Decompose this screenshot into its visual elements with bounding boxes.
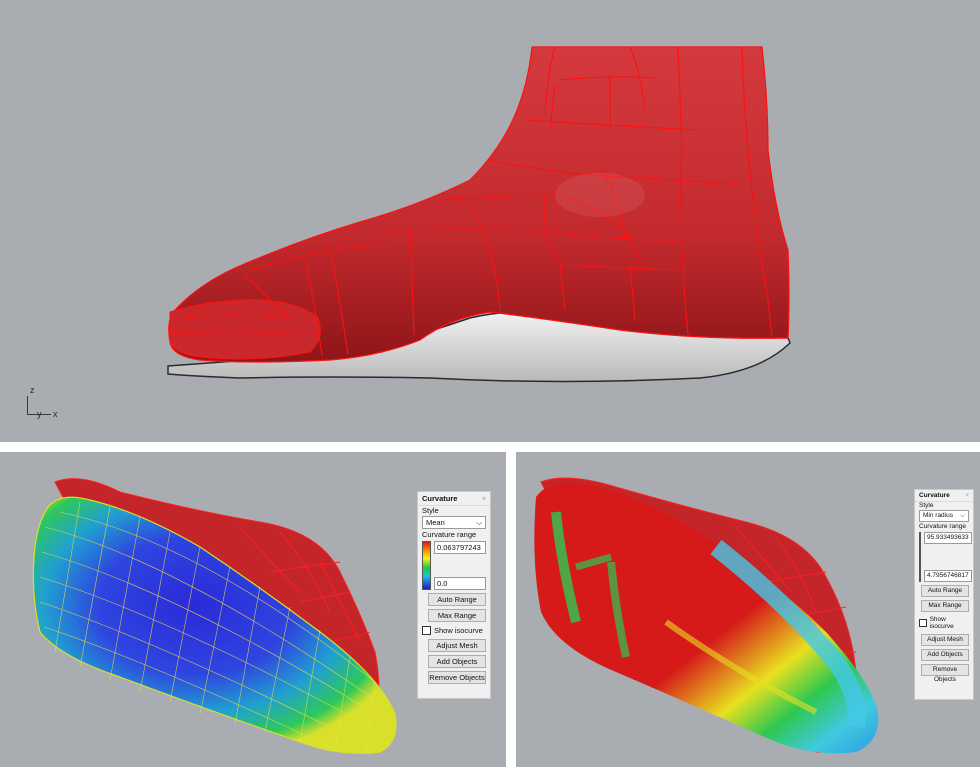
style-dropdown[interactable]: Mean ⌵ (422, 516, 486, 529)
adjust-mesh-button[interactable]: Adjust Mesh (921, 634, 969, 646)
axis-z-line (27, 396, 28, 414)
remove-objects-button[interactable]: Remove Objects (921, 664, 969, 683)
chevron-down-icon: ⌵ (476, 518, 482, 527)
checkbox-icon (422, 626, 431, 635)
axis-z-label: z (30, 385, 35, 395)
min-radius-render (534, 477, 879, 754)
show-isocurve-checkbox[interactable]: Show isocurve (915, 615, 973, 631)
show-isocurve-checkbox[interactable]: Show isocurve (418, 625, 490, 636)
axis-y-label: y (37, 409, 42, 419)
panel-title: Curvature (422, 494, 458, 503)
close-icon[interactable]: × (482, 494, 486, 503)
curvature-panel-radius: Curvature × Style Min radius ⌵ Curvature r… (914, 489, 974, 700)
adjust-mesh-button[interactable]: Adjust Mesh (428, 639, 486, 652)
remove-objects-button[interactable]: Remove Objects (428, 671, 486, 684)
curvature-color-scale (919, 532, 921, 582)
axis-x-label: x (53, 409, 58, 419)
style-label: Style (919, 502, 934, 509)
close-icon[interactable]: × (965, 492, 969, 499)
curvature-panel-mean: Curvature × Style Mean ⌵ Curvature range 0… (417, 491, 491, 699)
auto-range-button[interactable]: Auto Range (428, 593, 486, 606)
show-isocurve-label: Show isocurve (929, 616, 954, 630)
style-value: Mean (426, 518, 445, 527)
auto-range-button[interactable]: Auto Range (921, 585, 969, 597)
mean-curvature-viewport[interactable]: Curvature × Style Mean ⌵ Curvature range 0… (0, 452, 506, 767)
curvature-min-field[interactable]: 0.0 (434, 577, 486, 590)
curvature-range-label: Curvature range (919, 523, 966, 530)
chevron-down-icon: ⌵ (960, 512, 965, 519)
checkbox-icon (919, 619, 927, 627)
curvature-min-field[interactable]: 4.7956746817 (924, 570, 972, 582)
curvature-max-field[interactable]: 95.933493633 (924, 532, 972, 544)
curvature-max-field[interactable]: 0.063797243 (434, 541, 486, 554)
top-viewport[interactable]: z y x (0, 0, 980, 442)
max-range-button[interactable]: Max Range (428, 609, 486, 622)
style-label: Style (422, 506, 439, 515)
min-radius-viewport[interactable]: Curvature × Style Min radius ⌵ Curvature r… (516, 452, 980, 767)
style-dropdown[interactable]: Min radius ⌵ (919, 510, 969, 522)
add-objects-button[interactable]: Add Objects (428, 655, 486, 668)
curvature-range-label: Curvature range (422, 530, 477, 539)
foot-model-render (167, 46, 791, 383)
add-objects-button[interactable]: Add Objects (921, 649, 969, 661)
show-isocurve-label: Show isocurve (434, 626, 483, 635)
max-range-button[interactable]: Max Range (921, 600, 969, 612)
toes (169, 299, 321, 360)
curvature-color-scale (422, 541, 431, 590)
style-value: Min radius (923, 512, 953, 519)
panel-title: Curvature (919, 492, 950, 499)
